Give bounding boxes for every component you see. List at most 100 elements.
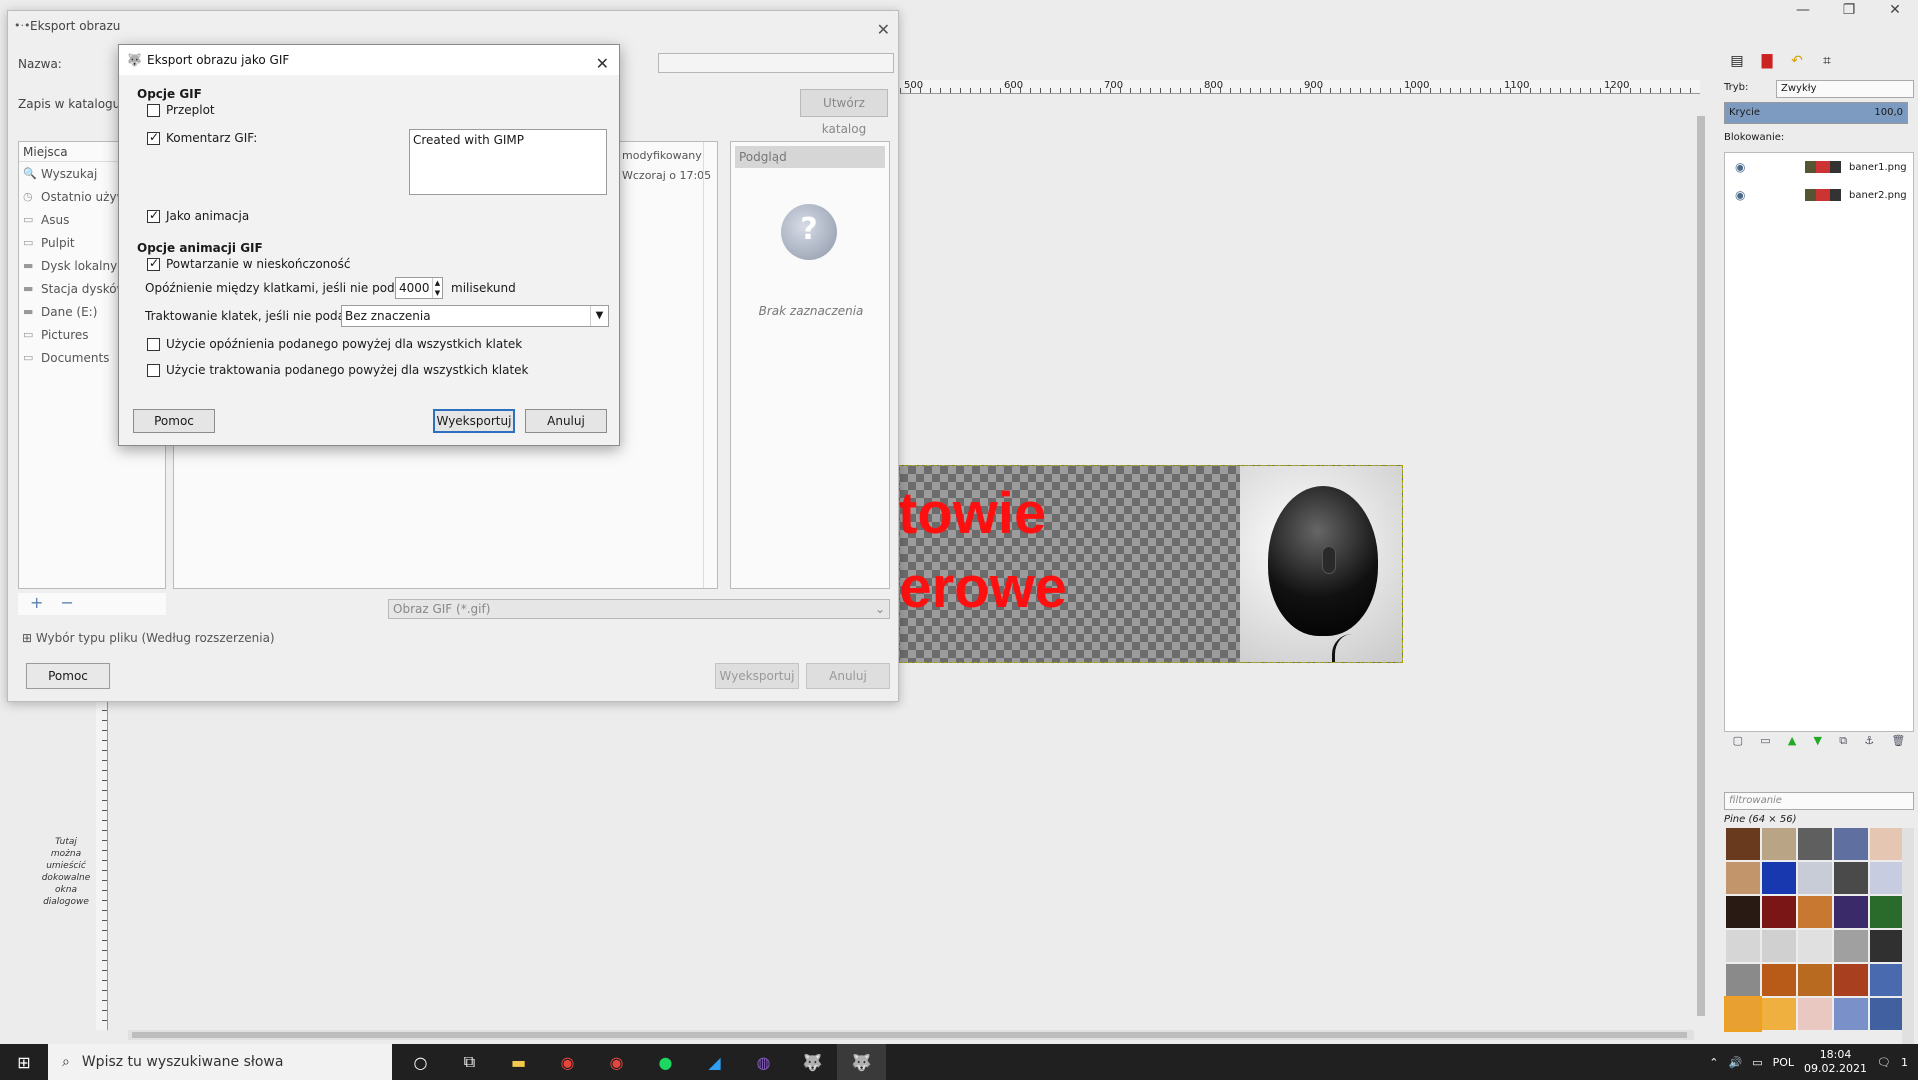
pattern-swatch[interactable] [1724, 996, 1762, 1032]
pattern-swatch[interactable] [1798, 828, 1832, 860]
help-button[interactable]: Pomoc [133, 409, 215, 433]
filetype-expander[interactable]: ⊞ Wybór typu pliku (Według rozszerzenia) [22, 631, 275, 645]
chevron-up-icon[interactable]: ⌃ [1709, 1056, 1718, 1069]
pattern-swatch[interactable] [1762, 862, 1796, 894]
clock[interactable]: 18:04 09.02.2021 [1804, 1048, 1867, 1076]
network-icon[interactable]: ▭ [1752, 1056, 1762, 1069]
pattern-swatch[interactable] [1834, 998, 1868, 1030]
cortana-icon[interactable]: ○ [396, 1044, 445, 1080]
pattern-swatch[interactable] [1762, 998, 1796, 1030]
pattern-swatch[interactable] [1834, 896, 1868, 928]
pattern-swatch[interactable] [1834, 828, 1868, 860]
spotify-icon[interactable]: ● [641, 1044, 690, 1080]
interlace-checkbox[interactable]: Przeplot [147, 103, 215, 117]
pattern-swatch[interactable] [1726, 930, 1760, 962]
gimp-icon[interactable]: 🐺 [837, 1044, 886, 1080]
create-folder-button[interactable]: Utwórz katalog [800, 89, 888, 136]
pattern-swatch[interactable] [1798, 998, 1832, 1030]
modified-header[interactable]: modyfikowany [622, 146, 711, 166]
undo-history-tab-icon[interactable]: ↶ [1784, 50, 1810, 72]
minimize-icon[interactable]: — [1780, 0, 1826, 24]
canvas-vertical-scrollbar[interactable] [1694, 98, 1708, 1028]
app-icon[interactable]: ◍ [739, 1044, 788, 1080]
pattern-swatch[interactable] [1834, 964, 1868, 996]
pattern-swatch[interactable] [1726, 896, 1760, 928]
chrome-icon[interactable]: ◉ [592, 1044, 641, 1080]
pattern-swatch[interactable] [1762, 828, 1796, 860]
new-layer-icon[interactable]: ▢ [1733, 734, 1743, 754]
chrome-icon[interactable]: ◉ [543, 1044, 592, 1080]
gif-comment-checkbox[interactable]: Komentarz GIF: [147, 130, 257, 145]
pattern-swatch[interactable] [1870, 896, 1904, 928]
pattern-scrollbar[interactable] [1902, 828, 1914, 1070]
layers-list[interactable]: ◉ baner1.png ◉ baner2.png [1724, 152, 1914, 732]
layer-item[interactable]: ◉ baner2.png [1725, 181, 1913, 209]
delete-layer-icon[interactable]: 🗑 [1891, 734, 1905, 754]
mode-select[interactable]: Zwykły [1776, 80, 1914, 98]
raise-layer-icon[interactable]: ▲ [1788, 734, 1796, 754]
language-indicator[interactable]: POL [1773, 1056, 1794, 1069]
use-disposal-all-checkbox[interactable]: Użycie traktowania podanego powyżej dla … [147, 363, 529, 377]
as-animation-checkbox[interactable]: Jako animacja [147, 208, 249, 223]
cancel-button[interactable]: Anuluj [525, 409, 607, 433]
pattern-grid[interactable] [1724, 828, 1904, 1032]
task-view-icon[interactable]: ⧉ [445, 1044, 494, 1080]
pattern-swatch[interactable] [1870, 930, 1904, 962]
disposal-select[interactable]: Bez znaczenia ▼ [341, 305, 609, 327]
pattern-swatch[interactable] [1726, 862, 1760, 894]
gif-comment-textarea[interactable]: Created with GIMP [409, 129, 607, 195]
add-bookmark-icon[interactable]: + [30, 593, 43, 612]
pattern-swatch[interactable] [1762, 964, 1796, 996]
pattern-swatch[interactable] [1870, 828, 1904, 860]
eye-icon[interactable]: ◉ [1735, 188, 1755, 202]
volume-icon[interactable]: 🔊 [1729, 1056, 1743, 1069]
pattern-filter-input[interactable]: filtrowanie [1724, 792, 1914, 810]
notification-icon[interactable]: 🗨 [1877, 1056, 1891, 1069]
windows-start-icon[interactable]: ⊞ [0, 1044, 48, 1080]
pattern-swatch[interactable] [1834, 862, 1868, 894]
taskbar-search[interactable]: ⌕ Wpisz tu wyszukiwane słowa [48, 1044, 392, 1080]
canvas-horizontal-scrollbar[interactable] [128, 1030, 1694, 1040]
export-button[interactable]: Wyeksportuj [433, 409, 515, 433]
pattern-swatch[interactable] [1762, 896, 1796, 928]
file-explorer-icon[interactable]: ▬ [494, 1044, 543, 1080]
spin-arrows-icon[interactable]: ▲ ▼ [432, 278, 442, 298]
pattern-swatch[interactable] [1798, 862, 1832, 894]
file-list-scrollbar[interactable] [703, 142, 717, 588]
eye-icon[interactable]: ◉ [1735, 160, 1755, 174]
layer-item[interactable]: ◉ baner1.png [1725, 153, 1913, 181]
filename-input[interactable] [658, 53, 894, 73]
pattern-swatch[interactable] [1798, 896, 1832, 928]
filetype-select[interactable]: Obraz GIF (*.gif) ⌄ [388, 599, 890, 619]
pattern-swatch[interactable] [1726, 828, 1760, 860]
pattern-swatch[interactable] [1726, 964, 1760, 996]
use-delay-all-checkbox[interactable]: Użycie opóźnienia podanego powyżej dla w… [147, 337, 522, 351]
restore-icon[interactable]: ❐ [1826, 0, 1872, 24]
loop-forever-checkbox[interactable]: Powtarzanie w nieskończoność [147, 256, 350, 271]
vscode-icon[interactable]: ◢ [690, 1044, 739, 1080]
close-icon[interactable]: ✕ [877, 15, 890, 45]
pattern-swatch[interactable] [1870, 964, 1904, 996]
lower-layer-icon[interactable]: ▼ [1814, 734, 1822, 754]
opacity-slider[interactable]: Krycie 100,0 [1724, 102, 1908, 124]
canvas-image[interactable]: towie terowe [899, 465, 1403, 663]
close-icon[interactable]: ✕ [1872, 0, 1918, 24]
export-button[interactable]: Wyeksportuj [715, 663, 799, 689]
new-group-icon[interactable]: ▭ [1760, 734, 1770, 754]
anchor-icon[interactable]: ⚓ [1864, 734, 1874, 754]
channels-tab-icon[interactable]: ▇ [1754, 50, 1780, 72]
pattern-swatch[interactable] [1870, 998, 1904, 1030]
pattern-swatch[interactable] [1762, 930, 1796, 962]
remove-bookmark-icon[interactable]: − [61, 593, 74, 612]
paths-tab-icon[interactable]: ⌗ [1814, 50, 1840, 72]
pattern-swatch[interactable] [1870, 862, 1904, 894]
cancel-button[interactable]: Anuluj [806, 663, 890, 689]
pattern-swatch[interactable] [1798, 930, 1832, 962]
help-button[interactable]: Pomoc [26, 663, 110, 689]
pattern-swatch[interactable] [1834, 930, 1868, 962]
close-icon[interactable]: ✕ [596, 49, 609, 79]
gimp-icon[interactable]: 🐺 [788, 1044, 837, 1080]
pattern-swatch[interactable] [1798, 964, 1832, 996]
duplicate-layer-icon[interactable]: ⧉ [1839, 734, 1847, 754]
delay-spinbox[interactable]: 4000 ▲ ▼ [395, 277, 443, 299]
